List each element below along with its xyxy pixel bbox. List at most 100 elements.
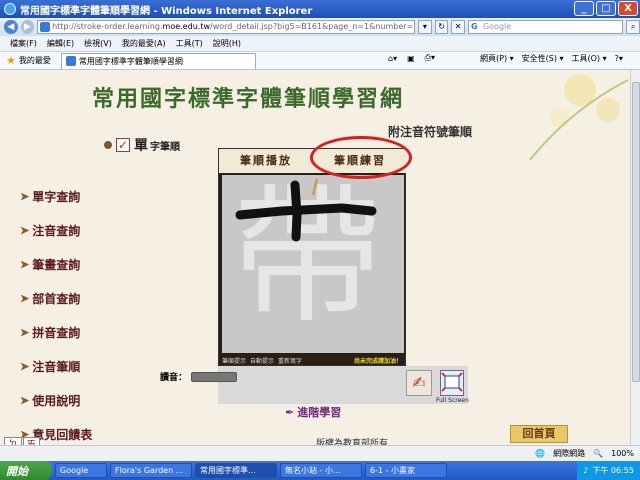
advanced-learning-link[interactable]: ✒ 進階學習 — [285, 404, 341, 420]
clock[interactable]: 下午 06:55 — [592, 465, 634, 476]
url-field[interactable]: http://stroke-order.learning.moe.edu.tw/… — [37, 20, 416, 34]
section-heading: ✓ 單字筆順 — [104, 135, 180, 155]
command-icons: ⌂▾ ▣ ⎙▾ — [388, 53, 435, 63]
home-button[interactable]: 回首頁 — [510, 425, 568, 443]
fullscreen-icon[interactable] — [440, 370, 464, 396]
page-title: 常用國字標準字體筆順學習網 — [92, 86, 405, 112]
arrow-icon: ➤ — [20, 360, 30, 373]
window-title: 常用國字標準字體筆順學習網 - Windows Internet Explore… — [20, 5, 313, 17]
bullet-icon — [104, 141, 112, 149]
auto-hint-button[interactable]: 自動提示 — [250, 356, 274, 365]
taskbar-item-wretch[interactable]: 無名小站 - 小... — [280, 463, 362, 478]
search-placeholder: Google — [482, 22, 512, 31]
refresh-icon[interactable]: ↻ — [434, 20, 449, 34]
sidebar-item-pinyin-search[interactable]: ➤ 拼音查詢 — [20, 324, 80, 341]
sidebar-item-label: 部首查詢 — [32, 292, 81, 306]
section-heading-small: 字筆順 — [150, 141, 180, 153]
taskbar-item-flora[interactable]: Flora's Garden ... — [110, 463, 192, 478]
arrow-icon: ➤ — [20, 258, 30, 271]
stop-icon[interactable]: ✕ — [451, 20, 465, 34]
sidebar-item-radical-search[interactable]: ➤ 部首查詢 — [20, 290, 80, 307]
flower-decoration-icon — [529, 74, 629, 161]
hint-button[interactable]: 筆順提示 — [222, 356, 246, 365]
command-bar: 網頁(P) ▾ 安全性(S) ▾ 工具(O) ▾ ?▾ — [480, 53, 623, 64]
speaker-icon[interactable]: ♪ — [583, 466, 588, 475]
sidebar-item-label: 意見回饋表 — [32, 428, 93, 442]
menu-view[interactable]: 檢視(V) — [84, 38, 112, 49]
status-bar: 🌐 網際網路 🔍 100% — [0, 445, 640, 461]
safety-menu[interactable]: 安全性(S) ▾ — [522, 53, 564, 64]
sidebar-item-label: 使用說明 — [32, 394, 81, 408]
favorites-bar: ★ 我的最愛 常用國字標準字體筆順學習網 ⌂▾ ▣ ⎙▾ 網頁(P) ▾ 安全性… — [0, 52, 640, 70]
menu-file[interactable]: 檔案(F) — [10, 38, 37, 49]
print-icon[interactable]: ⎙▾ — [425, 53, 435, 63]
sidebar-item-char-search[interactable]: ➤ 單字查詢 — [20, 188, 80, 205]
status-message: 尚未完成請加油！ — [351, 355, 404, 365]
close-button[interactable]: X — [618, 1, 638, 16]
tab-title: 常用國字標準字體筆順學習網 — [78, 56, 183, 66]
dropdown-arrow-icon[interactable]: ▾ — [418, 20, 432, 34]
pronunciation-control: 讀音： — [160, 370, 238, 383]
audio-player[interactable] — [191, 371, 238, 382]
web-page: 常用國字標準字體筆順學習網 附注音符號筆順 ✓ 單字筆順 ➤ 單字查詢 ➤ 注音查詢… — [0, 70, 630, 445]
stroke-order-widget: 筆順播放 筆順練習 帶 筆順提示 自動提示 重新寫字 尚未完成請加油！ — [218, 148, 407, 366]
brush-icon[interactable]: ✍ — [406, 370, 432, 396]
page-icon — [40, 22, 51, 32]
widget-footer: 筆順提示 自動提示 重新寫字 尚未完成請加油！ — [222, 355, 404, 365]
menu-favorites[interactable]: 我的最愛(A) — [122, 38, 166, 49]
arrow-icon: ➤ — [20, 190, 30, 203]
fullscreen-label: Full Screen — [436, 397, 469, 404]
highlight-oval — [310, 136, 412, 179]
search-input[interactable]: G Google — [467, 20, 624, 34]
sidebar-item-label: 筆畫查詢 — [32, 258, 81, 272]
favorites-button[interactable]: ★ 我的最愛 — [0, 54, 57, 67]
tools-menu[interactable]: 工具(O) ▾ — [572, 53, 607, 64]
home-icon[interactable]: ⌂▾ — [388, 54, 397, 63]
back-button[interactable]: ◀ — [4, 20, 18, 34]
rewrite-button[interactable]: 重新寫字 — [278, 356, 302, 365]
browser-tab[interactable]: 常用國字標準字體筆順學習網 — [60, 52, 256, 69]
pronunciation-label: 讀音： — [160, 373, 188, 383]
sidebar-item-stroke-search[interactable]: ➤ 筆畫查詢 — [20, 256, 80, 273]
start-button[interactable]: 開始 — [0, 461, 52, 480]
menu-tools[interactable]: 工具(T) — [176, 38, 203, 49]
arrow-icon: ➤ — [20, 326, 30, 339]
sidebar-item-instructions[interactable]: ➤ 使用說明 — [20, 392, 80, 409]
feed-icon[interactable]: ▣ — [407, 54, 415, 63]
sidebar-item-label: 注音筆順 — [32, 360, 81, 374]
menu-bar: 檔案(F) 編輯(E) 檢視(V) 我的最愛(A) 工具(T) 說明(H) — [0, 36, 640, 52]
minimize-button[interactable]: _ — [574, 1, 594, 16]
url-prefix: http://stroke-order.learning. — [52, 22, 163, 31]
bopomofo-1: ㄉ — [4, 437, 22, 445]
zoom-level[interactable]: 100% — [611, 449, 634, 458]
favorites-label: 我的最愛 — [18, 56, 51, 65]
star-icon: ★ — [6, 54, 16, 67]
menu-edit[interactable]: 編輯(E) — [47, 38, 74, 49]
vertical-scrollbar[interactable] — [630, 70, 640, 445]
writing-canvas[interactable]: 帶 — [222, 175, 404, 353]
maximize-button[interactable]: □ — [596, 1, 616, 16]
zone-label: 網際網路 — [553, 449, 586, 458]
scrollbar-thumb[interactable] — [632, 82, 640, 382]
zoom-icon[interactable]: 🔍 — [593, 449, 603, 458]
url-path: /word_detail.jsp?big5=B161&page_n=1&numb… — [210, 22, 414, 31]
sidebar-item-zhuyin-stroke[interactable]: ➤ 注音筆順 — [20, 358, 80, 375]
arrow-icon: ➤ — [20, 394, 30, 407]
tab-stroke-playback[interactable]: 筆順播放 — [219, 149, 313, 173]
forward-button[interactable]: ▶ — [20, 20, 35, 34]
pen-icon: ✒ — [285, 405, 295, 419]
written-strokes — [235, 178, 377, 242]
page-menu[interactable]: 網頁(P) ▾ — [480, 53, 514, 64]
taskbar-item-google[interactable]: Google — [55, 463, 107, 478]
sidebar-item-zhuyin-search[interactable]: ➤ 注音查詢 — [20, 222, 80, 239]
help-icon[interactable]: ?▾ — [615, 54, 623, 63]
search-icon[interactable]: ⌕ — [626, 20, 640, 34]
taskbar-item-paint[interactable]: 6-1 - 小畫家 — [365, 463, 447, 478]
menu-help[interactable]: 說明(H) — [213, 38, 241, 49]
copyright-text: 版權為教育部所有 — [316, 439, 389, 445]
window-title-bar[interactable]: 常用國字標準字體筆順學習網 - Windows Internet Explore… — [0, 0, 640, 18]
taskbar-item-stroke-site[interactable]: 常用國字標準... — [195, 463, 277, 478]
bopomofo-2: ㄞ — [22, 437, 40, 445]
page-icon — [65, 56, 76, 66]
checkmark-icon: ✓ — [116, 138, 130, 152]
